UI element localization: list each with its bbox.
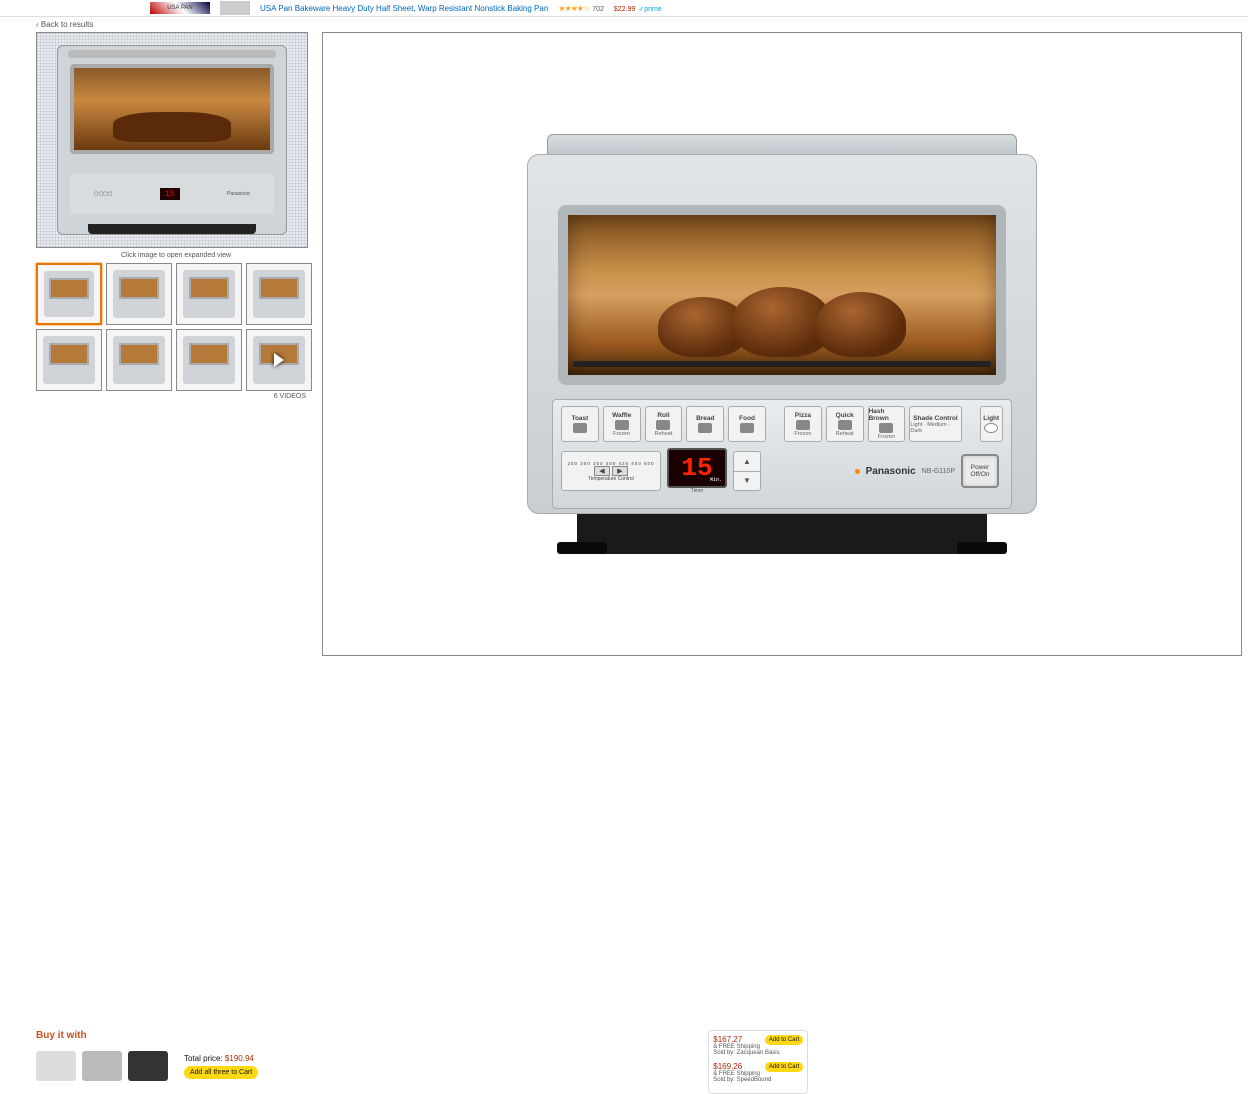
- banner-rating: ★★★★☆ 702: [558, 2, 604, 14]
- bundle-item[interactable]: [36, 1051, 76, 1081]
- caret-up-icon: ▲: [734, 452, 760, 472]
- add-all-to-cart-button[interactable]: Add all three to Cart: [184, 1066, 258, 1079]
- caret-down-icon: ▼: [734, 472, 760, 491]
- brand-label: Panasonic: [866, 466, 916, 477]
- total-price-label: Total price:: [184, 1054, 223, 1063]
- banner-pricing: $22.99 ✓prime: [614, 2, 662, 14]
- prime-badge: ✓prime: [638, 6, 661, 13]
- mode-waffle: WaffleFrozen: [603, 406, 641, 442]
- sponsored-banner[interactable]: USA PAN USA Pan Bakeware Heavy Duty Half…: [0, 0, 1248, 17]
- buy-it-with-section: Buy it with Total price: $190.94 Add all…: [36, 1030, 258, 1081]
- zoom-flyout: ToastWaffleFrozenRollReheatBreadFood Pizz…: [322, 32, 1242, 656]
- banner-product-link[interactable]: USA Pan Bakeware Heavy Duty Half Sheet, …: [260, 4, 548, 13]
- total-price: $190.94: [225, 1054, 254, 1063]
- seller-name: Sold by: Zacquean Basis: [713, 1050, 803, 1056]
- thumbnail-door-open[interactable]: [176, 329, 242, 391]
- oven-thumbnail: ▢▢▢▢ 15 Panasonic: [57, 45, 287, 235]
- buy-it-heading: Buy it with: [36, 1030, 258, 1041]
- thumbnail-features-text[interactable]: [106, 263, 172, 325]
- add-to-cart-button[interactable]: Add to Cart: [765, 1035, 803, 1045]
- mode-roll: RollReheat: [645, 406, 683, 442]
- mode-bread: Bread: [686, 406, 724, 442]
- bundle-item[interactable]: [128, 1051, 168, 1081]
- power-button: Power Off/On: [961, 454, 999, 488]
- mode-food: Food: [728, 406, 766, 442]
- banner-price: $22.99: [614, 6, 635, 13]
- timer-display: 15 Min.: [667, 448, 727, 488]
- banner-product-image: [220, 1, 250, 15]
- shade-control: Shade ControlLight · Medium · Dark: [909, 406, 961, 442]
- oven-base: [577, 514, 987, 554]
- thumbnail-front-view[interactable]: [36, 263, 102, 325]
- thumbnail-video[interactable]: [246, 329, 312, 391]
- thumbnail-cooking-food[interactable]: [176, 263, 242, 325]
- oven-zoom-image: ToastWaffleFrozenRollReheatBreadFood Pizz…: [527, 134, 1037, 554]
- temperature-control: 250 300 350 400 425 450 500 ◀ ▶ Temperat…: [561, 451, 661, 491]
- back-to-results-link[interactable]: Back to results: [41, 20, 93, 29]
- banner-review-count: 702: [592, 6, 604, 13]
- mode-toast: Toast: [561, 406, 599, 442]
- thumbnail-with-tray[interactable]: [36, 329, 102, 391]
- power-led-icon: [855, 469, 860, 474]
- image-caption: Click image to open expanded view: [36, 252, 316, 259]
- thumbnail-front-closed[interactable]: [106, 329, 172, 391]
- mode-hash-brown: Hash BrownFrozen: [868, 406, 906, 442]
- model-label: NB-G110P: [922, 468, 955, 475]
- oven-control-panel: ToastWaffleFrozenRollReheatBreadFood Pizz…: [552, 399, 1012, 509]
- seller-offer: Add to Cart$167.27& FREE ShippingSold by…: [713, 1035, 803, 1056]
- oven-body: ToastWaffleFrozenRollReheatBreadFood Pizz…: [527, 154, 1037, 514]
- seller-name: Sold by: SpeedBound: [713, 1077, 803, 1083]
- breadcrumb: ‹ Back to results: [0, 17, 1248, 32]
- image-gallery: ▢▢▢▢ 15 Panasonic Click image to open ex…: [36, 32, 316, 400]
- temp-up-icon: ▶: [612, 466, 628, 476]
- other-sellers-box: Add to Cart$167.27& FREE ShippingSold by…: [708, 1030, 808, 1094]
- light-button: Light: [980, 406, 1003, 442]
- bundle-item[interactable]: [82, 1051, 122, 1081]
- seller-offer: Add to Cart$169.26& FREE ShippingSold by…: [713, 1062, 803, 1083]
- timer-updown: ▲ ▼: [733, 451, 761, 491]
- thumbnail-control-panel-closeup[interactable]: [246, 263, 312, 325]
- mode-quick: QuickReheat: [826, 406, 864, 442]
- mode-pizza: PizzaFrozen: [784, 406, 822, 442]
- star-icon: ★★★★☆: [558, 4, 589, 13]
- thumbnail-strip: [36, 263, 316, 391]
- add-to-cart-button[interactable]: Add to Cart: [765, 1062, 803, 1072]
- chevron-left-icon: ‹: [36, 20, 39, 29]
- oven-window: [558, 205, 1006, 385]
- banner-brand-logo: USA PAN: [150, 2, 210, 14]
- main-product-image[interactable]: ▢▢▢▢ 15 Panasonic: [36, 32, 308, 248]
- temp-down-icon: ◀: [594, 466, 610, 476]
- video-count: 6 VIDEOS: [36, 393, 316, 400]
